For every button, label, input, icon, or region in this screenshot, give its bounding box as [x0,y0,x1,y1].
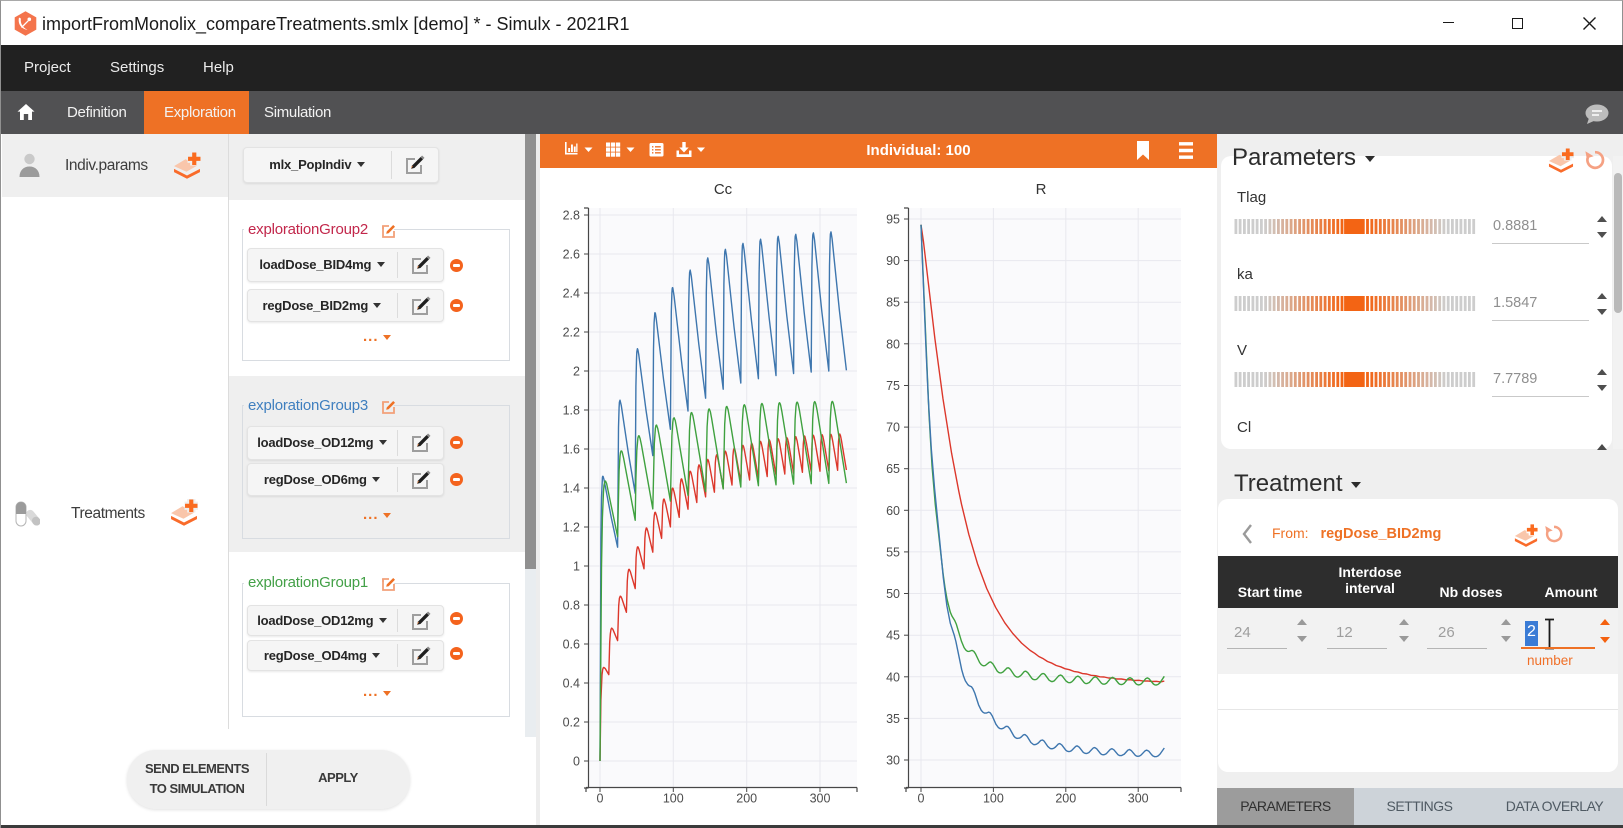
svg-text:0.6: 0.6 [563,638,580,652]
svg-text:100: 100 [983,792,1004,806]
svg-text:1.2: 1.2 [563,521,580,535]
svg-text:0: 0 [597,792,604,806]
svg-text:300: 300 [1128,792,1149,806]
svg-text:2.4: 2.4 [563,287,580,301]
svg-text:90: 90 [886,254,900,268]
svg-text:1.6: 1.6 [563,443,580,457]
svg-text:75: 75 [886,379,900,393]
svg-text:0.4: 0.4 [563,677,580,691]
svg-text:45: 45 [886,629,900,643]
svg-text:100: 100 [663,792,684,806]
svg-text:30: 30 [886,754,900,768]
svg-text:65: 65 [886,462,900,476]
svg-text:200: 200 [1055,792,1076,806]
svg-text:1.8: 1.8 [563,404,580,418]
svg-text:60: 60 [886,504,900,518]
svg-text:2: 2 [573,365,580,379]
svg-text:2.6: 2.6 [563,248,580,262]
svg-text:Cc: Cc [714,181,733,198]
svg-text:80: 80 [886,337,900,351]
svg-text:0: 0 [918,792,925,806]
svg-text:0.8: 0.8 [563,599,580,613]
svg-text:95: 95 [886,213,900,227]
svg-text:55: 55 [886,545,900,559]
svg-text:2.8: 2.8 [563,209,580,223]
svg-text:200: 200 [736,792,757,806]
svg-text:40: 40 [886,670,900,684]
svg-text:1: 1 [573,560,580,574]
svg-text:35: 35 [886,712,900,726]
svg-text:0: 0 [573,755,580,769]
svg-text:50: 50 [886,587,900,601]
svg-text:0.2: 0.2 [563,716,580,730]
svg-text:R: R [1036,181,1047,198]
svg-text:1.4: 1.4 [563,482,580,496]
svg-text:70: 70 [886,421,900,435]
svg-text:2.2: 2.2 [563,326,580,340]
svg-text:300: 300 [810,792,831,806]
svg-text:85: 85 [886,296,900,310]
